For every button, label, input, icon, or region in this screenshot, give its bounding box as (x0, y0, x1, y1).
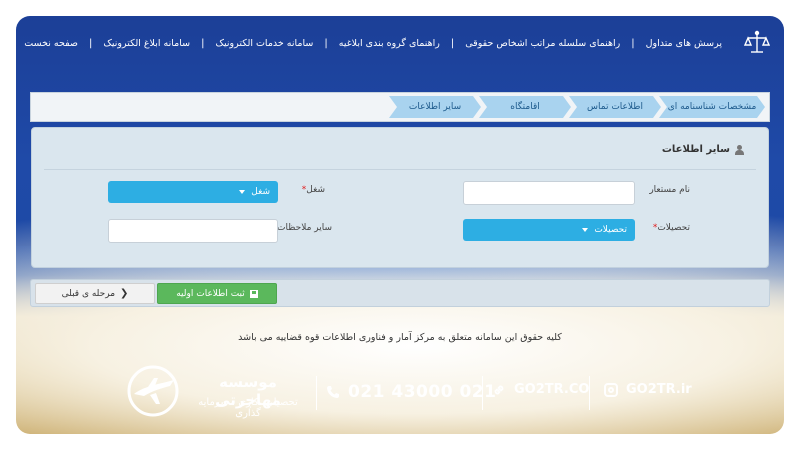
brand-tagline: تحصیلی ،کاری ، سرمایه گذاری (198, 397, 298, 419)
education-select-value: تحصیلات (594, 225, 627, 235)
footer-website[interactable]: GO2TR.CO (492, 382, 589, 397)
form-panel: سایر اطلاعات نام مستعار شغل* شغل تحصیلات… (31, 127, 769, 268)
previous-step-button[interactable]: ❮ مرحله ی قبلی (35, 283, 155, 304)
alias-input[interactable] (463, 181, 635, 205)
chevron-left-icon: ❮ (120, 288, 129, 299)
footer-instagram[interactable]: GO2TR.ir (604, 382, 692, 397)
nav-e-notice[interactable]: سامانه ابلاغ الکترونیک (103, 38, 190, 49)
step-tab-other-info[interactable]: سایر اطلاعات (389, 96, 481, 118)
nav-separator: | (450, 37, 455, 49)
instagram-icon (604, 382, 618, 397)
job-select-value: شغل (251, 187, 270, 197)
chevron-down-icon (239, 190, 246, 194)
website-url: GO2TR.CO (514, 382, 590, 397)
instagram-handle: GO2TR.ir (626, 382, 692, 397)
footer-divider (589, 376, 590, 410)
step-tab-identity[interactable]: مشخصات شناسنامه ای (659, 96, 765, 118)
phone-number: 021 43000 021 (348, 382, 497, 402)
nav-separator: | (89, 37, 93, 49)
alias-label: نام مستعار (649, 185, 690, 195)
footer-divider (316, 376, 317, 410)
nav-legal-hierarchy-guide[interactable]: راهنمای سلسله مراتب اشخاص حقوقی (465, 38, 620, 49)
job-label-text: شغل (306, 185, 325, 195)
user-icon (735, 144, 744, 155)
education-label-text: تحصیلات (657, 223, 690, 233)
panel-title-text: سایر اطلاعات (661, 144, 730, 155)
job-label: شغل* (299, 185, 325, 195)
copyright-text: کلیه حقوق این سامانه متعلق به مرکز آمار … (238, 332, 562, 343)
notes-input[interactable] (108, 219, 278, 243)
footer-divider (482, 376, 483, 410)
save-icon (249, 289, 258, 298)
justice-scale-icon (744, 30, 770, 53)
phone-icon (327, 386, 339, 398)
nav-notice-grouping-guide[interactable]: راهنمای گروه بندی ابلاغیه (339, 38, 440, 49)
nav-home[interactable]: صفحه نخست (24, 38, 78, 49)
step-tab-contact[interactable]: اطلاعات تماس (569, 96, 661, 118)
nav-separator: | (631, 37, 635, 49)
divider (44, 169, 756, 170)
save-button-label: ثبت اطلاعات اولیه (176, 288, 245, 299)
notes-label: سایر ملاحظات (277, 223, 332, 233)
step-tab-residence[interactable]: اقامتگاه (479, 96, 571, 118)
link-icon (494, 385, 504, 394)
footer-phone: 021 43000 021 (326, 382, 496, 402)
plane-logo-icon (127, 365, 179, 417)
previous-button-label: مرحله ی قبلی (61, 288, 116, 299)
action-bar: ثبت اطلاعات اولیه ❮ مرحله ی قبلی (30, 279, 770, 307)
nav-separator: | (324, 37, 328, 49)
education-label: تحصیلات* (650, 223, 690, 233)
top-nav: صفحه نخست | سامانه ابلاغ الکترونیک | سام… (24, 35, 722, 51)
nav-faq[interactable]: پرسش های متداول (646, 38, 722, 49)
nav-separator: | (201, 37, 205, 49)
chevron-down-icon (582, 228, 589, 232)
wizard-steps: مشخصات شناسنامه ای اطلاعات تماس اقامتگاه… (30, 92, 770, 122)
panel-title: سایر اطلاعات (662, 144, 744, 155)
education-select[interactable]: تحصیلات (463, 219, 635, 241)
nav-e-services[interactable]: سامانه خدمات الکترونیک (215, 38, 313, 49)
job-select[interactable]: شغل (108, 181, 278, 203)
save-initial-info-button[interactable]: ثبت اطلاعات اولیه (157, 283, 277, 304)
